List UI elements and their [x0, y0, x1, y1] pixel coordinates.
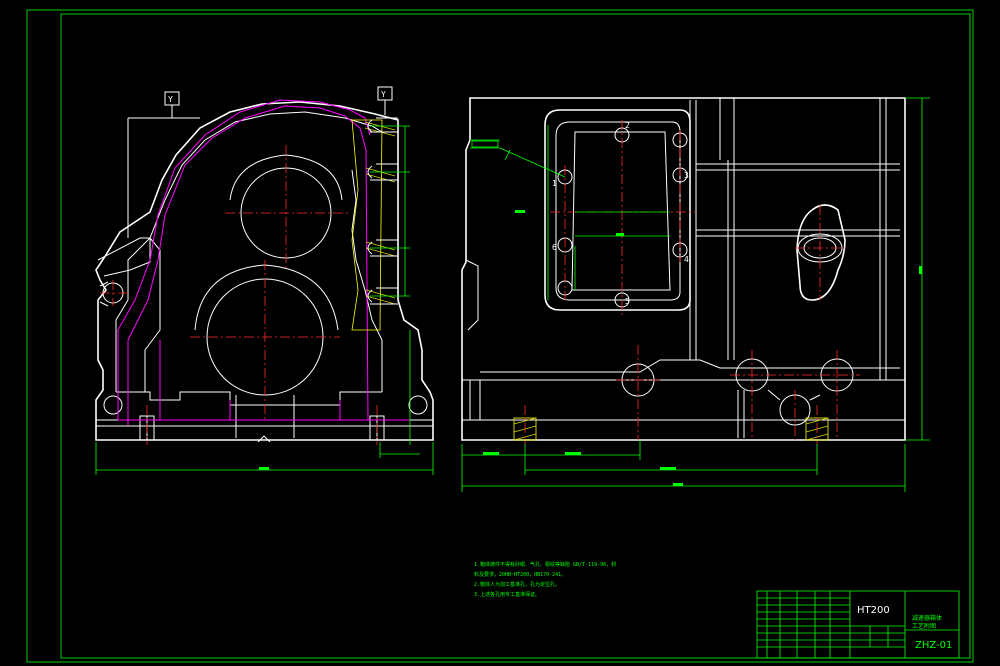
front-view: Y Y [95, 86, 434, 475]
hole-number-4: 4 [684, 255, 689, 264]
datum-marker-left: Y [127, 91, 200, 238]
title-material: HT200 [857, 605, 890, 616]
hole-number-3: 3 [684, 171, 689, 180]
datum-marker-right: Y [377, 86, 393, 115]
tech-note-1: 1.箱体铸件不得有砂眼、气孔、裂纹等缺陷 GB/T-119-96，材 [474, 561, 616, 568]
datum-label-left: Y [168, 95, 173, 104]
cad-drawing-canvas: Y Y 2 3 1 6 4 5 1.箱体铸件不得有砂眼、气孔、裂纹等缺陷 GB/… [26, 9, 974, 663]
technical-notes: 1.箱体铸件不得有砂眼、气孔、裂纹等缺陷 GB/T-119-96，材 料及要求，… [474, 561, 616, 598]
tech-note-2: 料及要求，20HB~HT200，HB170-241。 [474, 571, 566, 578]
side-view: 2 3 1 6 4 5 [461, 97, 930, 492]
title-drawing-number: ZHZ-01 [915, 640, 952, 651]
hole-number-2: 2 [625, 121, 630, 130]
title-part-name-2: 工艺附图 [912, 622, 936, 630]
tech-note-3: 2.箱体人为加工基准孔，孔为定位孔。 [474, 581, 560, 588]
hole-number-6: 6 [552, 243, 557, 252]
hole-number-5: 5 [625, 297, 630, 306]
tech-note-4: 3.上述各孔用专工基准保证。 [474, 591, 540, 598]
threaded-hole-section [513, 417, 829, 441]
datum-label-right: Y [381, 90, 386, 99]
title-part-name-1: 减速器箱体 [912, 614, 942, 622]
hole-number-1: 1 [552, 179, 557, 188]
